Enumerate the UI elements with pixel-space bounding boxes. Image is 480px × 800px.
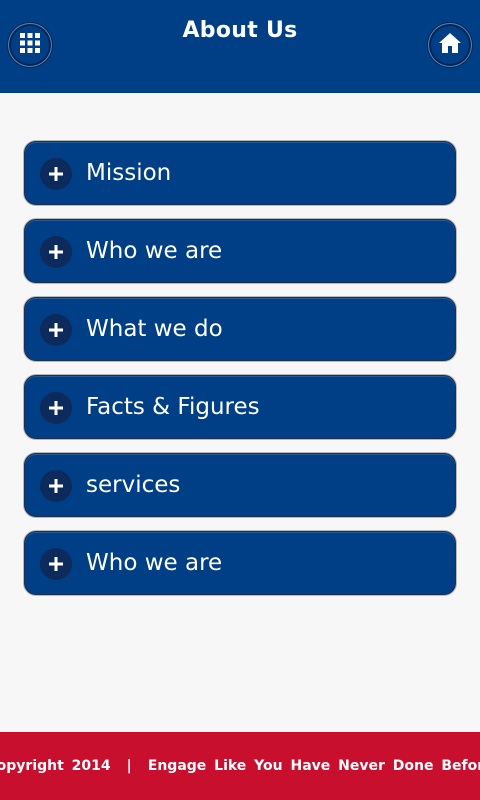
plus-icon xyxy=(40,314,72,346)
accordion-item-label: Who we are xyxy=(86,238,223,264)
accordion-item-label: Facts & Figures xyxy=(86,394,260,420)
accordion-item-who-we-are-2[interactable]: Who we are xyxy=(24,531,456,595)
footer-tagline: Engage Like You Have Never Done Before xyxy=(147,758,480,774)
plus-icon xyxy=(40,392,72,424)
accordion-item-label: Mission xyxy=(86,160,172,186)
home-button[interactable] xyxy=(428,23,472,67)
plus-icon xyxy=(40,548,72,580)
footer-copyright: Copyright 2014 xyxy=(0,758,111,774)
about-accordion-list: Mission Who we are What we do Facts & Fi… xyxy=(24,141,456,609)
page-title: About Us xyxy=(182,18,298,43)
plus-icon xyxy=(40,470,72,502)
plus-icon xyxy=(40,158,72,190)
accordion-item-who-we-are[interactable]: Who we are xyxy=(24,219,456,283)
plus-icon xyxy=(40,236,72,268)
accordion-item-facts-figures[interactable]: Facts & Figures xyxy=(24,375,456,439)
accordion-item-label: What we do xyxy=(86,316,223,342)
footer-bar: Copyright 2014 | Engage Like You Have Ne… xyxy=(0,732,480,800)
accordion-item-what-we-do[interactable]: What we do xyxy=(24,297,456,361)
footer-separator: | xyxy=(126,758,132,774)
accordion-item-label: Who we are xyxy=(86,550,223,576)
app-screen: About Us Mission Who we are What we do F… xyxy=(0,0,480,800)
accordion-item-label: services xyxy=(86,472,181,498)
accordion-item-mission[interactable]: Mission xyxy=(24,141,456,205)
header-bar: About Us xyxy=(0,0,480,93)
home-icon xyxy=(438,32,462,58)
accordion-item-services[interactable]: services xyxy=(24,453,456,517)
